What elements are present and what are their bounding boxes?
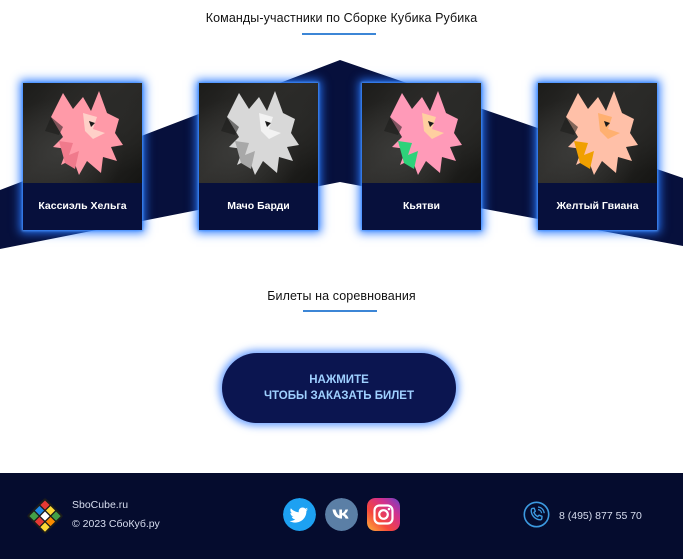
team-photo — [23, 83, 142, 183]
twitter-icon[interactable] — [283, 498, 316, 531]
footer-site-name[interactable]: SboCube.ru — [72, 499, 128, 511]
team-card-kyatvi[interactable]: Кьятви — [362, 83, 481, 230]
team-name: Желтый Гвиана — [556, 200, 639, 212]
team-photo — [362, 83, 481, 183]
instagram-icon[interactable] — [367, 498, 400, 531]
wolf-emblem-icon — [560, 91, 638, 175]
team-photo — [538, 83, 657, 183]
tickets-section-title: Билеты на соревнования — [267, 289, 416, 303]
team-name: Кьятви — [402, 200, 441, 212]
team-card-zheltyy-gviana[interactable]: Желтый Гвиана — [538, 83, 657, 230]
wolf-emblem-icon — [384, 91, 462, 175]
wolf-emblem-icon — [45, 91, 123, 175]
team-name: Мачо Барди — [227, 200, 290, 212]
order-ticket-button-line1: НАЖМИТЕ — [309, 374, 369, 386]
phone-icon — [523, 501, 550, 528]
footer-phone-number[interactable]: 8 (495) 877 55 70 — [559, 510, 642, 522]
vk-icon[interactable] — [325, 498, 358, 531]
wolf-emblem-icon — [221, 91, 299, 175]
team-photo — [199, 83, 318, 183]
team-card-kassiel-helga[interactable]: Кассиэль Хельга — [23, 83, 142, 230]
order-ticket-button-line2: ЧТОБЫ ЗАКАЗАТЬ БИЛЕТ — [263, 390, 415, 402]
team-card-macho-bardi[interactable]: Мачо Барди — [199, 83, 318, 230]
footer: SboCube.ru © 2023 СбоКуб.ру 8 (495) 877 … — [0, 473, 683, 559]
teams-title-underline — [302, 33, 376, 35]
team-name: Кассиэль Хельга — [38, 200, 127, 212]
rubiks-cube-logo-icon — [27, 498, 63, 534]
tickets-title-underline — [303, 310, 377, 312]
footer-copyright: © 2023 СбоКуб.ру — [72, 518, 160, 530]
teams-section-title: Команды-участники по Сборке Кубика Рубик… — [205, 11, 478, 25]
order-ticket-button[interactable]: НАЖМИТЕ ЧТОБЫ ЗАКАЗАТЬ БИЛЕТ — [222, 353, 456, 423]
